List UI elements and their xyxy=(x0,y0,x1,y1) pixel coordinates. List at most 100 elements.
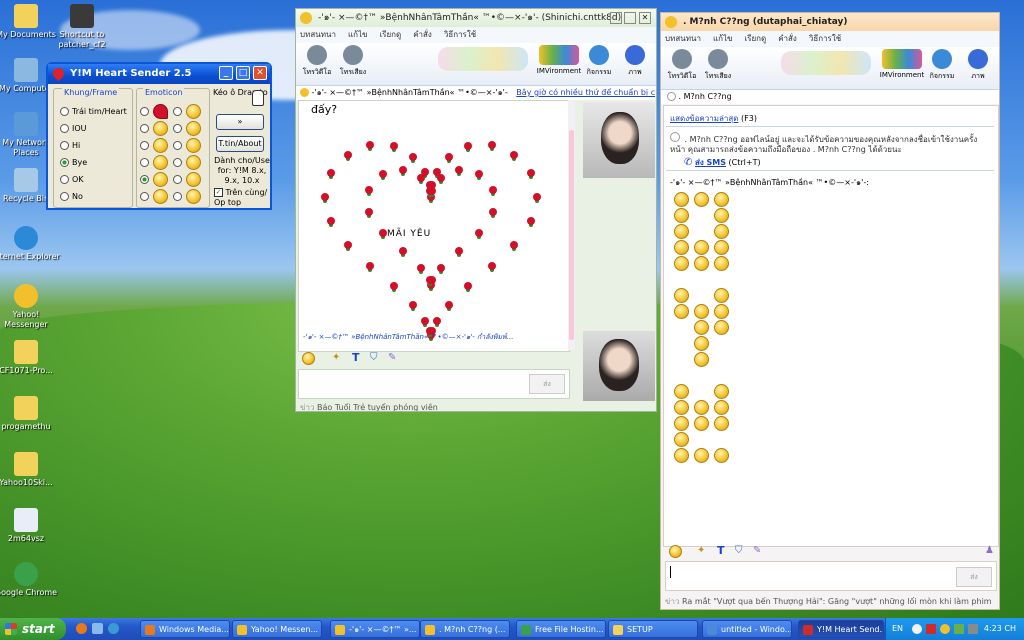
menu-item[interactable]: บทสนทนา xyxy=(300,30,336,39)
desktop-icon-item[interactable]: Yahoo10Ski... xyxy=(0,452,62,488)
my-avatar[interactable] xyxy=(583,331,655,401)
toolbar-button[interactable]: กิจกรรม xyxy=(582,45,616,78)
toolbar-button[interactable]: โทรเสียง xyxy=(336,45,370,78)
frame-option[interactable]: IOU xyxy=(60,120,127,137)
chat2-message-area[interactable]: แสดงข้อความล่าสุด (F3) . M?nh C??ng ออฟไ… xyxy=(663,105,999,547)
radio-button[interactable] xyxy=(60,192,69,201)
maximize-button[interactable]: □ xyxy=(236,66,250,80)
emoticon-radio[interactable] xyxy=(140,107,149,116)
close-button[interactable]: ✕ xyxy=(253,66,267,80)
emoticon-radio[interactable] xyxy=(173,192,182,201)
emoticon-icon[interactable] xyxy=(186,172,201,187)
chat1-scrollbar[interactable] xyxy=(568,100,575,350)
scroll-thumb[interactable] xyxy=(569,130,574,340)
ontop-checkbox[interactable]: ✓ xyxy=(214,188,223,197)
emoticon-radio[interactable] xyxy=(173,141,182,150)
task-button[interactable]: -'๑'- ×—©†™ »... xyxy=(330,620,420,638)
radio-button[interactable] xyxy=(60,141,69,150)
task-button[interactable]: Yahoo! Messen... xyxy=(232,620,322,638)
emoticon-icon[interactable] xyxy=(153,189,168,204)
language-indicator[interactable]: EN xyxy=(892,618,903,640)
chat2-footer-text[interactable]: Ra mắt "Vượt qua bến Thượng Hải": Găng "… xyxy=(682,597,992,606)
font-icon[interactable]: T xyxy=(717,544,725,557)
minimize-button[interactable]: _ xyxy=(219,66,233,80)
chat-window-2[interactable]: . M?nh C??ng (dutaphai_chiatay) บทสนทนาแ… xyxy=(660,12,1000,610)
chat2-send-button[interactable]: ส่ง xyxy=(956,567,992,587)
emoticon-icon[interactable] xyxy=(186,104,201,119)
menu-item[interactable]: วิธีการใช้ xyxy=(444,30,476,39)
ie-icon[interactable] xyxy=(108,623,119,634)
toolbar-button[interactable]: โทรวิดีโอ xyxy=(300,45,334,78)
show-recent-link[interactable]: แสดงข้อความล่าสุด xyxy=(670,114,739,123)
imvironment-strip[interactable] xyxy=(438,47,528,71)
desktop-icon-item[interactable]: Internet Explorer xyxy=(0,226,62,262)
close-button[interactable]: ✕ xyxy=(639,12,651,24)
task-button[interactable]: SETUP xyxy=(608,620,698,638)
yahoo-tray-icon[interactable] xyxy=(940,624,950,634)
radio-button[interactable] xyxy=(60,107,69,116)
minimize-button[interactable] xyxy=(610,12,622,24)
menu-item[interactable]: คำสั่ง xyxy=(413,30,432,39)
audible-icon[interactable]: ✦ xyxy=(332,352,340,363)
menu-item[interactable]: วิธีการใช้ xyxy=(809,34,841,43)
radio-button[interactable] xyxy=(60,158,69,167)
show-recent[interactable]: แสดงข้อความล่าสุด (F3) xyxy=(670,112,757,125)
desktop-icon-item[interactable]: 2m64vsz xyxy=(0,508,62,544)
shield-icon[interactable]: ⛉ xyxy=(370,352,378,363)
chat1-titlebar[interactable]: -'๑'- ×—©†™ »BệnhNhânTâmThần« ™•©—×-'๑'-… xyxy=(296,9,656,27)
chat2-footer-ad[interactable]: ข่าว Ra mắt "Vượt qua bến Thượng Hải": G… xyxy=(665,595,997,608)
toolbar-button[interactable]: IMVironment xyxy=(879,49,925,79)
emoticon-radio[interactable] xyxy=(140,158,149,167)
emoticon-icon[interactable] xyxy=(153,172,168,187)
hand-cursor-icon[interactable] xyxy=(252,90,264,106)
network-tray-icon[interactable] xyxy=(954,624,964,634)
emoticon-radio[interactable] xyxy=(173,124,182,133)
emoticon-icon[interactable] xyxy=(302,352,315,365)
menu-item[interactable]: แก้ไข xyxy=(713,34,733,43)
frame-option[interactable]: OK xyxy=(60,171,127,188)
task-button[interactable]: Free File Hostin... xyxy=(516,620,606,638)
send-heart-button[interactable]: » xyxy=(216,114,264,130)
task-button[interactable]: . M?nh C??ng (... xyxy=(420,620,510,638)
contact-icon[interactable]: ♟ xyxy=(985,545,994,556)
chat1-footer-text[interactable]: Báo Tuổi Trẻ tuyển phóng viên xyxy=(317,403,438,411)
ontop-option[interactable]: ✓ Trên cùng/ Op top xyxy=(214,188,272,208)
task-button[interactable]: untitled - Windo... xyxy=(702,620,792,638)
menu-item[interactable]: เรียกดู xyxy=(744,34,766,43)
volume-icon[interactable] xyxy=(968,624,978,634)
toolbar-button[interactable]: IMVironment xyxy=(536,45,582,75)
toolbar-button[interactable]: ภาพ xyxy=(961,49,995,82)
toolbar-button[interactable]: กิจกรรม xyxy=(925,49,959,82)
emoticon-radio[interactable] xyxy=(140,192,149,201)
menu-item[interactable]: แก้ไข xyxy=(348,30,368,39)
chat2-input[interactable]: ส่ง xyxy=(665,561,997,591)
desktop-icon-item[interactable]: Google Chrome xyxy=(0,562,62,598)
shield-icon[interactable]: ⛉ xyxy=(735,545,743,556)
frame-option[interactable]: No xyxy=(60,188,127,205)
task-button[interactable]: Windows Media... xyxy=(140,620,230,638)
maximize-button[interactable] xyxy=(624,12,636,24)
menu-item[interactable]: บทสนทนา xyxy=(665,34,701,43)
menu-item[interactable]: คำสั่ง xyxy=(778,34,797,43)
frame-option[interactable]: Hi xyxy=(60,137,127,154)
toolbar-button[interactable]: โทรเสียง xyxy=(701,49,735,82)
send-sms-link[interactable]: ส่ง SMS xyxy=(695,158,726,167)
toolbar-button[interactable]: โทรวิดีโอ xyxy=(665,49,699,82)
emoticon-icon[interactable] xyxy=(669,545,682,558)
desktop-icon-item[interactable]: CF1071-Pro... xyxy=(0,340,62,376)
chat-window-1[interactable]: -'๑'- ×—©†™ »BệnhNhânTâmThần« ™•©—×-'๑'-… xyxy=(295,8,657,412)
emoticon-radio[interactable] xyxy=(173,175,182,184)
chat1-input[interactable]: ส่ง xyxy=(298,369,570,399)
frame-option[interactable]: Trái tim/Heart xyxy=(60,103,127,120)
radio-button[interactable] xyxy=(60,175,69,184)
heart-sender-window[interactable]: Y!M Heart Sender 2.5 _ □ ✕ Khung/Frame T… xyxy=(46,62,272,210)
firefox-icon[interactable] xyxy=(76,623,87,634)
chat1-send-button[interactable]: ส่ง xyxy=(529,374,565,394)
about-button[interactable]: T.tin/About xyxy=(216,136,264,152)
radio-button[interactable] xyxy=(60,124,69,133)
desktop-icon-item[interactable]: Yahoo! Messenger xyxy=(0,284,62,330)
frame-option[interactable]: Bye xyxy=(60,154,127,171)
task-button[interactable]: Y!M Heart Send... xyxy=(798,620,884,638)
imvironment-strip[interactable] xyxy=(781,51,871,75)
audible-icon[interactable]: ✦ xyxy=(697,545,705,556)
